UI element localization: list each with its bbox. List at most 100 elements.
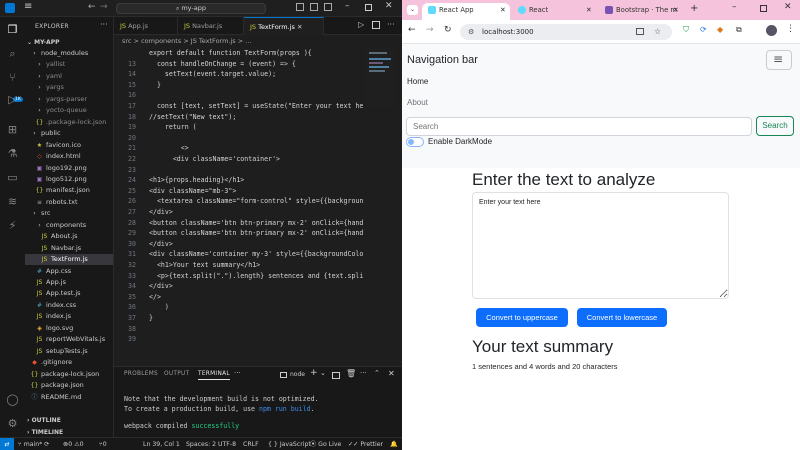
tree-item[interactable]: ◆ .gitignore [25,357,113,368]
profile-avatar-icon[interactable] [766,25,777,36]
extensions-icon[interactable]: ⊞ [4,123,21,137]
navbar-search-input[interactable] [406,117,752,136]
code-line[interactable]: 25 <div className="mb-3"> [114,186,236,196]
code-line[interactable]: export default function TextForm(props )… [114,48,312,58]
nav-link-about[interactable]: About [407,98,428,107]
tab-textform-js[interactable]: JS TextForm.js ✕ [244,17,324,35]
convert-lowercase-button[interactable]: Convert to lowercase [577,308,667,327]
code-line[interactable]: 27 </div> [114,207,173,217]
extensions-puzzle-icon[interactable]: ⧉ [736,25,742,35]
dark-mode-label[interactable]: Enable DarkMode [428,137,492,146]
trash-icon[interactable]: 🗑 [346,369,356,378]
tree-item[interactable]: › yargs-parser [25,94,113,105]
navbar-search-button[interactable]: Search [756,116,794,136]
new-tab-icon[interactable]: + [690,3,698,14]
tab-terminal[interactable]: TERMINAL [198,371,230,380]
tree-item[interactable]: › components [25,220,113,231]
tab-output[interactable]: OUTPUT [164,371,189,377]
command-center-search[interactable]: ⌕ my-app [116,3,266,14]
tree-item[interactable]: # App.css [25,266,113,277]
panel-toggle-icon[interactable] [310,3,318,11]
forward-arrow-icon[interactable]: → [100,2,108,12]
settings-gear-icon[interactable]: ⚙ [4,417,21,431]
code-line[interactable]: 38 [114,324,149,334]
tree-item[interactable]: {} package-lock.json [25,369,113,380]
tree-item[interactable]: JS About.js [25,231,113,242]
tree-item[interactable]: ▣ logo512.png [25,174,113,185]
code-line[interactable]: 16 [114,90,149,100]
tree-item[interactable]: › yargs [25,82,113,93]
forward-icon[interactable]: → [426,25,434,35]
tree-item[interactable]: ≡ robots.txt [25,197,113,208]
tree-item[interactable]: JS App.js [25,277,113,288]
split-editor-icon[interactable] [372,21,380,29]
convert-uppercase-button[interactable]: Convert to uppercase [476,308,568,327]
tree-item[interactable]: JS reportWebVitals.js [25,334,113,345]
tree-item[interactable]: ◇ index.html [25,151,113,162]
code-line[interactable]: 20 [114,133,149,143]
language-mode[interactable]: { } JavaScript [268,438,311,450]
code-line[interactable]: 23 [114,165,149,175]
more-actions-icon[interactable]: ··· [234,369,241,377]
browser-tab-bootstrap[interactable]: Bootstrap · The m ✕ [599,3,684,20]
code-line[interactable]: 21 <> [114,143,189,153]
more-actions-icon[interactable]: ··· [360,369,367,377]
minimize-icon[interactable]: – [732,2,737,12]
tab-problems[interactable]: PROBLEMS [124,371,158,377]
code-line[interactable]: 26 <textarea className="form-control" st… [114,196,363,206]
outline-section[interactable]: › OUTLINE [27,415,61,426]
indentation[interactable]: Spaces: 2 [186,438,216,450]
shield-icon[interactable]: ⛉ [683,25,689,35]
browser-tab-react-app[interactable]: React App ✕ [422,3,510,20]
code-line[interactable]: 32 <h1>Your text summary</h1> [114,260,260,270]
sidebar-toggle-icon[interactable] [324,3,332,11]
timeline-section[interactable]: › TIMELINE [27,427,63,437]
ports-status[interactable]: ⑂0 [99,438,107,450]
minimap[interactable] [366,48,396,108]
menu-icon[interactable]: ≡ [24,1,32,12]
tree-item[interactable]: # index.css [25,300,113,311]
dark-mode-switch[interactable] [406,137,424,147]
chevron-up-icon[interactable]: ⌃ [374,369,380,377]
close-icon[interactable]: ✕ [385,1,393,11]
code-line[interactable]: 14 setText(event.target.value); [114,69,276,79]
metamask-icon[interactable]: ◆ [717,25,723,34]
tree-item[interactable]: ▣ logo192.png [25,163,113,174]
add-terminal-icon[interactable]: + [310,368,318,378]
prettier[interactable]: ✓✓ Prettier [348,438,383,450]
maximize-icon[interactable] [760,5,767,12]
code-line[interactable]: 19 return ( [114,122,197,132]
account-icon[interactable]: ◯ [4,393,21,407]
bookmark-star-icon[interactable]: ☆ [654,24,661,40]
tree-item[interactable]: ★ favicon.ico [25,140,113,151]
code-line[interactable]: 22 <div className='container'> [114,154,280,164]
code-line[interactable]: 17 const [text, setText] = useState("Ent… [114,101,363,111]
cast-icon[interactable] [636,28,644,35]
tree-item[interactable]: › node_modules [25,48,113,59]
testing-icon[interactable]: ⚗ [4,147,21,161]
code-line[interactable]: 15 } [114,80,161,90]
code-line[interactable]: 35 </> [114,292,161,302]
tree-item[interactable]: {} manifest.json [25,185,113,196]
url-bar[interactable]: ⚙ localhost:3000 ☆ [460,24,672,40]
code-line[interactable]: 28 <button className='btn btn-primary mx-… [114,218,363,228]
branch-status[interactable]: ⑂ main* ⟳ [18,438,49,450]
kebab-menu-icon[interactable]: ⋮ [786,24,795,34]
code-line[interactable]: 37} [114,313,153,323]
cursor-position[interactable]: Ln 39, Col 1 [143,438,180,450]
breadcrumb[interactable]: src > components > JS TextForm.js > ... [114,35,402,48]
close-icon[interactable]: ✕ [784,2,792,12]
tree-item[interactable]: JS App.test.js [25,288,113,299]
navbar-toggler-button[interactable]: ≡ [766,50,792,70]
code-line[interactable]: 34 </div> [114,281,173,291]
live-share-icon[interactable]: ⚡ [4,219,21,233]
tree-item[interactable]: › yocto-queue [25,105,113,116]
run-icon[interactable]: ▷ [358,20,364,29]
chevron-down-icon[interactable]: ⌄ [320,369,326,377]
browser-tab-react[interactable]: React ✕ [512,3,597,20]
minimize-icon[interactable]: – [345,1,350,11]
tree-item[interactable]: › src [25,208,113,219]
code-line[interactable]: 33 <p>{text.split(".").length} sentences… [114,271,363,281]
tab-search-icon[interactable]: ⌄ [407,5,418,15]
tree-item[interactable]: JS Navbar.js [25,243,113,254]
